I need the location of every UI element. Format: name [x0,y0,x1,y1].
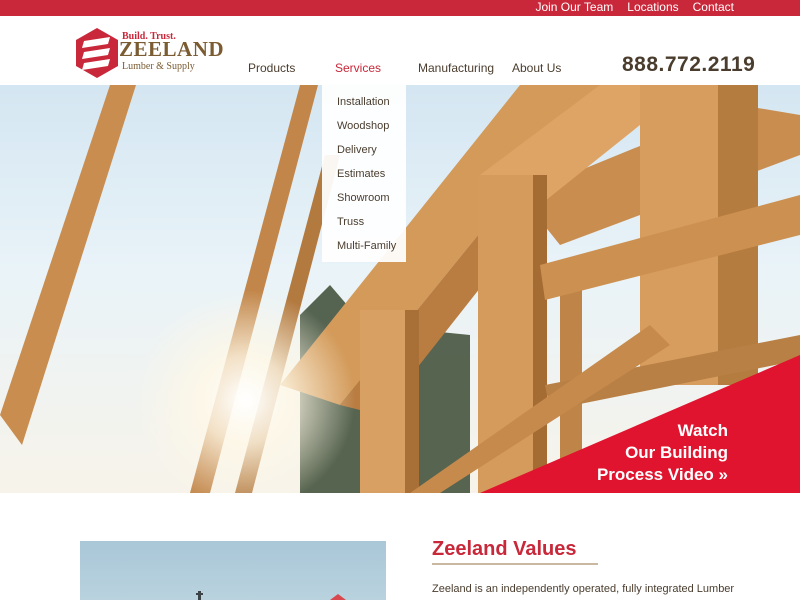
menu-item-installation[interactable]: Installation [322,95,406,119]
nav-services[interactable]: Services [335,61,381,75]
locations-link[interactable]: Locations [627,0,678,16]
values-heading-underline [432,563,598,565]
values-heading: Zeeland Values [432,538,577,560]
cta-line-3: Process Video » [596,465,728,484]
values-photo [80,541,386,600]
logo-subtitle: Lumber & Supply [122,61,195,72]
logo-name: ZEELAND [119,37,225,61]
menu-item-truss[interactable]: Truss [322,215,406,239]
top-links: Join Our Team Locations Contact [535,0,734,16]
site-header: Build. Trust. ZEELAND Lumber & Supply Pr… [0,16,800,85]
menu-item-woodshop[interactable]: Woodshop [322,119,406,143]
phone-number[interactable]: 888.772.2119 [622,53,755,77]
nav-products[interactable]: Products [248,61,295,75]
nav-manufacturing[interactable]: Manufacturing [418,61,494,75]
zeeland-logo[interactable]: Build. Trust. ZEELAND Lumber & Supply [74,27,224,79]
menu-item-showroom[interactable]: Showroom [322,191,406,215]
landscape-image [196,591,346,600]
cta-line-2: Our Building [625,443,728,462]
cta-line-1: Watch [677,421,728,440]
join-our-team-link[interactable]: Join Our Team [535,0,613,16]
menu-item-estimates[interactable]: Estimates [322,167,406,191]
contact-link[interactable]: Contact [693,0,734,16]
logo-hexagon-icon [76,28,118,78]
nav-about-us[interactable]: About Us [512,61,561,75]
watch-video-link[interactable]: Watch Our Building Process Video » [597,420,728,486]
values-paragraph: Zeeland is an independently operated, fu… [432,583,735,595]
services-dropdown-menu: Installation Woodshop Delivery Estimates… [322,85,406,262]
menu-item-multi-family[interactable]: Multi-Family [322,239,406,263]
top-utility-bar: Join Our Team Locations Contact [0,0,800,16]
menu-item-delivery[interactable]: Delivery [322,143,406,167]
